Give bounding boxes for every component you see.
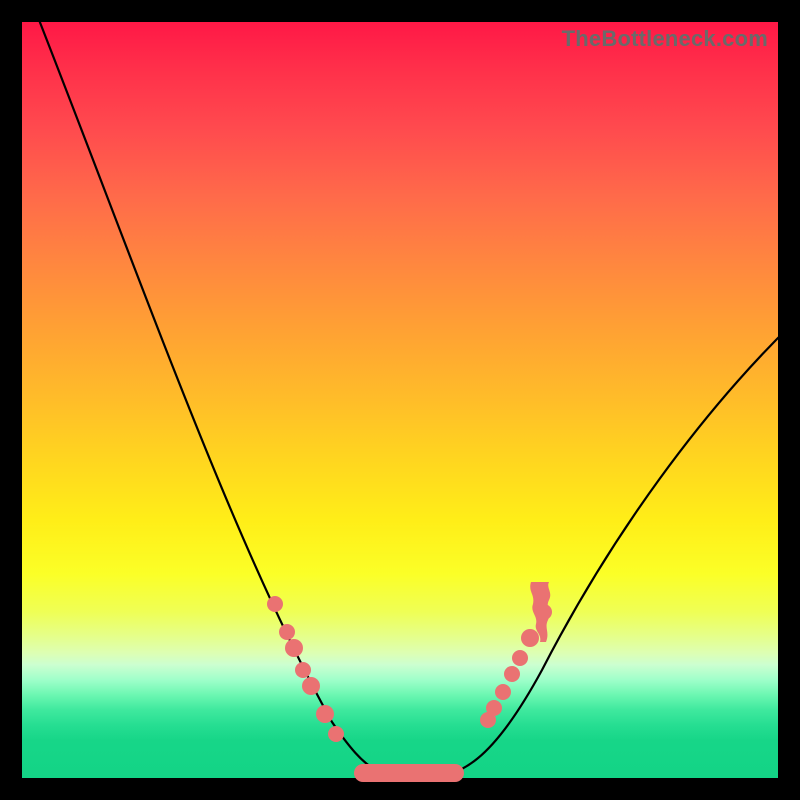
curve-marker [267,596,283,612]
curve-marker [504,666,520,682]
curve-marker [316,705,334,723]
curve-marker [495,684,511,700]
curve-marker [328,726,344,742]
curve-marker [302,677,320,695]
bottleneck-curve [32,2,792,778]
plot-area: TheBottleneck.com [22,22,778,778]
curve-marker [285,639,303,657]
chart-frame: TheBottleneck.com [0,0,800,800]
curve-marker [512,650,528,666]
curve-marker [536,604,552,620]
curve-marker [486,700,502,716]
curve-marker [295,662,311,678]
curve-marker [521,629,539,647]
bottom-cluster-bar [354,764,464,782]
chart-overlay [22,22,778,778]
curve-marker [279,624,295,640]
